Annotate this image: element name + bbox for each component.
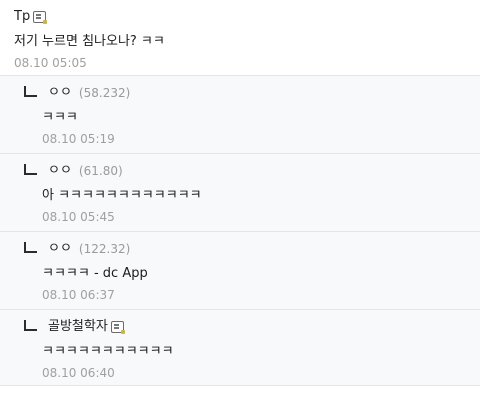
reply-nickname[interactable]: ㅇㅇ bbox=[48, 161, 72, 181]
reply-ip: (58.232) bbox=[78, 86, 131, 100]
reply-nickname[interactable]: ㅇㅇ bbox=[48, 239, 72, 259]
reply-nickname[interactable]: 골방철학자 bbox=[48, 317, 108, 337]
reply-item: ㅇㅇ (122.32) ㅋㅋㅋㅋ - dc App 08.10 06:37 bbox=[0, 232, 480, 310]
reply-header: 골방철학자 bbox=[24, 317, 480, 337]
reply-date: 08.10 06:40 bbox=[42, 366, 115, 380]
reply-arrow-icon bbox=[24, 319, 37, 331]
comment-nickname[interactable]: Tp bbox=[14, 7, 30, 27]
reply-text: ㅋㅋㅋㅋㅋㅋㅋㅋㅋㅋㅋ bbox=[42, 344, 174, 359]
reply-arrow-icon bbox=[24, 163, 37, 175]
reply-item: ㅇㅇ (58.232) ㅋㅋㅋ 08.10 05:19 bbox=[0, 76, 480, 154]
reply-ip: (61.80) bbox=[78, 164, 123, 178]
reply-item: 골방철학자 ㅋㅋㅋㅋㅋㅋㅋㅋㅋㅋㅋ 08.10 06:40 bbox=[0, 310, 480, 386]
reply-date: 08.10 05:45 bbox=[42, 210, 115, 224]
comment-list: Tp 저기 누르면 침나오나? ㅋㅋ 08.10 05:05 ㅇㅇ (58.23… bbox=[0, 0, 480, 386]
comment-item: Tp 저기 누르면 침나오나? ㅋㅋ 08.10 05:05 bbox=[0, 0, 480, 76]
reply-header: ㅇㅇ (61.80) bbox=[24, 161, 480, 181]
reply-ip: (122.32) bbox=[78, 242, 131, 256]
reply-text: 아 ㅋㅋㅋㅋㅋㅋㅋㅋㅋㅋㅋㅋ bbox=[42, 188, 202, 203]
comment-header: Tp bbox=[14, 7, 480, 27]
reply-arrow-icon bbox=[24, 241, 37, 253]
reply-nickname[interactable]: ㅇㅇ bbox=[48, 83, 72, 103]
comment-text: 저기 누르면 침나오나? ㅋㅋ bbox=[14, 34, 165, 49]
reply-arrow-icon bbox=[24, 85, 37, 97]
member-badge-icon bbox=[110, 321, 125, 334]
reply-header: ㅇㅇ (122.32) bbox=[24, 239, 480, 259]
reply-text: ㅋㅋㅋ bbox=[42, 110, 78, 125]
reply-item: ㅇㅇ (61.80) 아 ㅋㅋㅋㅋㅋㅋㅋㅋㅋㅋㅋㅋ 08.10 05:45 bbox=[0, 154, 480, 232]
reply-date: 08.10 06:37 bbox=[42, 288, 115, 302]
reply-date: 08.10 05:19 bbox=[42, 132, 115, 146]
reply-text: ㅋㅋㅋㅋ - dc App bbox=[42, 266, 148, 281]
member-badge-icon bbox=[33, 11, 48, 24]
comment-date: 08.10 05:05 bbox=[14, 56, 87, 70]
reply-header: ㅇㅇ (58.232) bbox=[24, 83, 480, 103]
